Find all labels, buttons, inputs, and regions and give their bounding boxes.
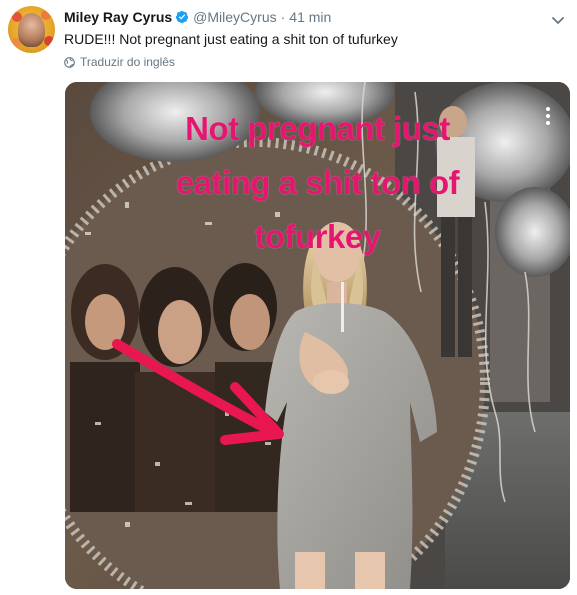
tweet-header: Miley Ray Cyrus @MileyCyrus · 41 min [64, 8, 331, 26]
tweet: Miley Ray Cyrus @MileyCyrus · 41 min RUD… [0, 0, 577, 595]
subject-leg [355, 552, 385, 589]
chevron-down-icon[interactable] [552, 12, 564, 24]
photo-scene [65, 82, 570, 589]
subject-leg [295, 552, 325, 589]
lollipop-stick [341, 282, 344, 332]
tweet-photo[interactable]: Not pregnant just eating a shit ton of t… [65, 82, 570, 589]
avatar[interactable] [8, 6, 55, 53]
mural-figure-face [230, 294, 270, 350]
timestamp[interactable]: 41 min [289, 9, 331, 25]
vertical-dots-icon [545, 106, 551, 126]
mural-figure-body [70, 362, 140, 512]
mural-figure-face [158, 300, 202, 364]
tweet-text: RUDE!!! Not pregnant just eating a shit … [64, 31, 398, 47]
avatar-flower-decoration [44, 36, 54, 46]
avatar-portrait [18, 13, 45, 47]
verified-badge-icon [175, 10, 189, 24]
story-caption-line: tofurkey [254, 218, 381, 255]
display-name[interactable]: Miley Ray Cyrus [64, 9, 172, 25]
translate-label: Traduzir do inglês [80, 55, 175, 69]
user-handle[interactable]: @MileyCyrus [193, 9, 276, 25]
avatar-flower-decoration [41, 10, 51, 20]
subject-hand [313, 370, 349, 394]
story-caption-line: eating a shit ton of [175, 164, 460, 201]
globe-icon [64, 56, 75, 68]
translate-link[interactable]: Traduzir do inglês [64, 55, 175, 69]
story-caption-line: Not pregnant just [185, 110, 450, 147]
separator-dot: · [280, 9, 286, 25]
